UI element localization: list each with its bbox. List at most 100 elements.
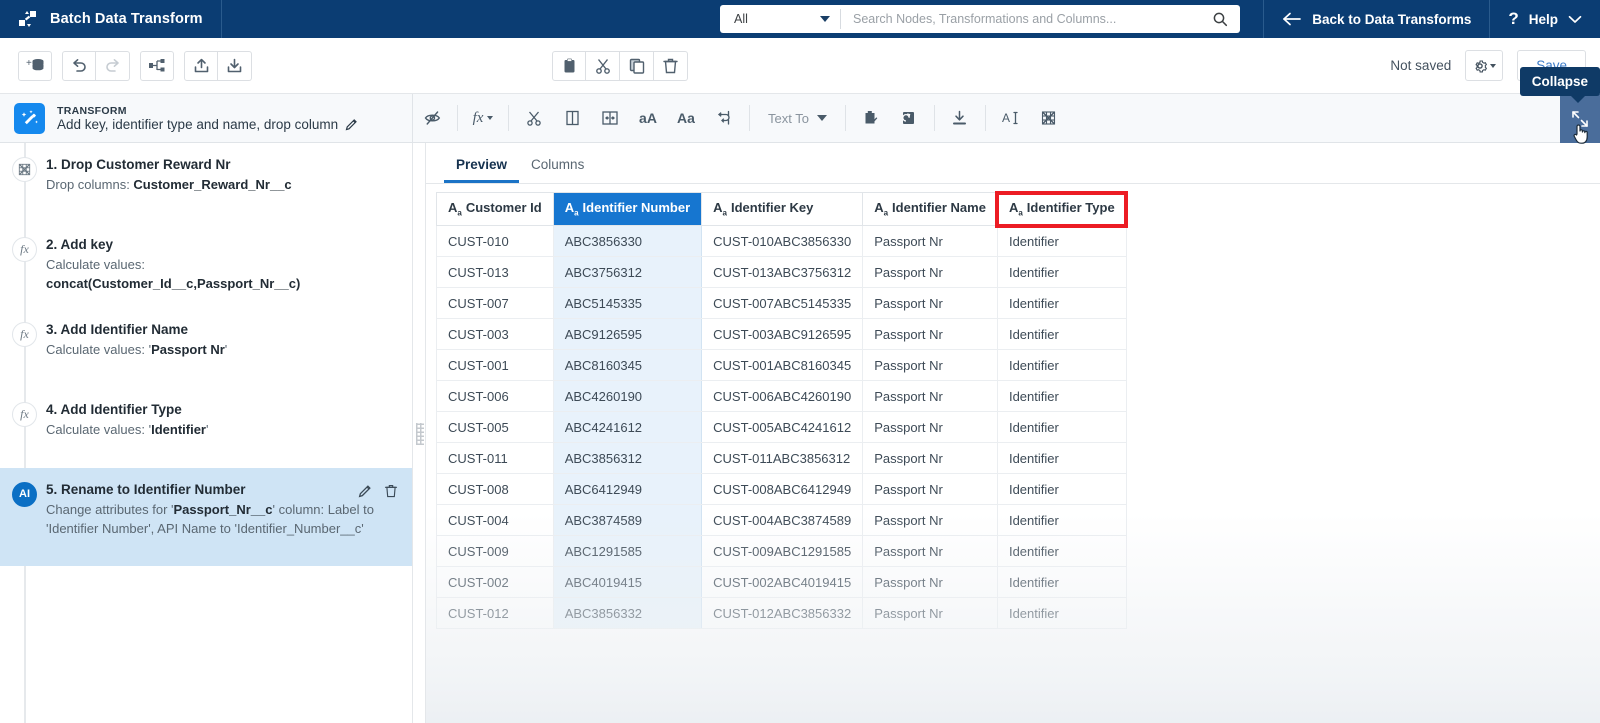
table-row[interactable]: CUST-012 ABC3856332 CUST-012ABC3856332 Pass…	[436, 597, 1127, 629]
table-cell[interactable]: ABC6412949	[552, 473, 703, 505]
table-cell[interactable]: CUST-001	[436, 349, 554, 381]
step-item-3[interactable]: fx 3. Add Identifier Name Calculate valu…	[0, 308, 412, 388]
table-cell[interactable]: CUST-002	[436, 566, 554, 598]
settings-menu-button[interactable]	[1465, 50, 1504, 81]
panel-resize-handle[interactable]	[412, 143, 426, 723]
table-cell[interactable]: ABC3874589	[552, 504, 703, 536]
replace-button[interactable]	[890, 94, 928, 143]
redo-button[interactable]	[96, 50, 130, 81]
search-icon[interactable]	[1212, 11, 1240, 27]
auto-layout-button[interactable]	[140, 50, 174, 81]
table-cell[interactable]: ABC9126595	[552, 318, 703, 350]
table-cell[interactable]: Passport Nr	[862, 566, 998, 598]
table-cell[interactable]: ABC3756312	[552, 256, 703, 288]
table-row[interactable]: CUST-007 ABC5145335 CUST-007ABC5145335 Pass…	[436, 287, 1127, 319]
table-cell[interactable]: Identifier	[996, 349, 1127, 381]
table-cell[interactable]: CUST-010	[436, 225, 554, 257]
table-cell[interactable]: Passport Nr	[862, 349, 998, 381]
tab-columns[interactable]: Columns	[519, 143, 596, 183]
formula-button[interactable]: fx	[464, 94, 502, 143]
trash-can-icon[interactable]	[384, 484, 398, 498]
table-cell[interactable]: ABC4260190	[552, 380, 703, 412]
load-button[interactable]	[941, 94, 979, 143]
step-item-5[interactable]: AI 5. Rename to Identifier Number Change…	[0, 467, 412, 566]
column-header-identifier-type[interactable]: Aa Identifier Type	[995, 190, 1129, 228]
swap-case-button[interactable]	[705, 94, 743, 143]
table-cell[interactable]: ABC3856312	[552, 442, 703, 474]
table-cell[interactable]: CUST-002ABC4019415	[701, 566, 864, 598]
table-cell[interactable]: Passport Nr	[862, 256, 998, 288]
download-button[interactable]	[218, 50, 252, 81]
table-row[interactable]: CUST-006 ABC4260190 CUST-006ABC4260190 Pass…	[436, 380, 1127, 412]
table-cell[interactable]: ABC1291585	[552, 535, 703, 567]
table-cell[interactable]: CUST-013ABC3756312	[701, 256, 864, 288]
step-item-2[interactable]: fx 2. Add key Calculate values: concat(C…	[0, 223, 412, 308]
table-cell[interactable]: CUST-001ABC8160345	[701, 349, 864, 381]
table-row[interactable]: CUST-003 ABC9126595 CUST-003ABC9126595 Pass…	[436, 318, 1127, 350]
column-header-identifier-number[interactable]: Aa Identifier Number	[552, 192, 703, 226]
tab-preview[interactable]: Preview	[444, 143, 519, 183]
pencil-icon[interactable]	[358, 484, 372, 498]
table-cell[interactable]: CUST-012	[436, 597, 554, 629]
app-brand[interactable]: Batch Data Transform	[0, 0, 221, 38]
table-cell[interactable]: Identifier	[996, 256, 1127, 288]
table-cell[interactable]: Passport Nr	[862, 442, 998, 474]
hide-column-button[interactable]	[413, 94, 451, 143]
split-column-button[interactable]	[515, 94, 553, 143]
table-cell[interactable]: Passport Nr	[862, 225, 998, 257]
table-cell[interactable]: CUST-012ABC3856332	[701, 597, 864, 629]
table-cell[interactable]: CUST-008	[436, 473, 554, 505]
table-cell[interactable]: ABC4241612	[552, 411, 703, 443]
table-cell[interactable]: Identifier	[996, 442, 1127, 474]
table-cell[interactable]: CUST-011ABC3856312	[701, 442, 864, 474]
back-to-data-transforms-button[interactable]: Back to Data Transforms	[1264, 0, 1489, 38]
table-cell[interactable]: CUST-006	[436, 380, 554, 412]
table-cell[interactable]: Passport Nr	[862, 287, 998, 319]
table-cell[interactable]: CUST-005ABC4241612	[701, 411, 864, 443]
help-menu-button[interactable]: ? Help	[1490, 0, 1600, 38]
table-cell[interactable]: ABC3856332	[552, 597, 703, 629]
table-cell[interactable]: CUST-004	[436, 504, 554, 536]
table-cell[interactable]: CUST-005	[436, 411, 554, 443]
capitalize-button[interactable]: Aa	[667, 94, 705, 143]
step-item-4[interactable]: fx 4. Add Identifier Type Calculate valu…	[0, 388, 412, 468]
upload-button[interactable]	[184, 50, 218, 81]
table-cell[interactable]: Passport Nr	[862, 504, 998, 536]
undo-button[interactable]	[62, 50, 96, 81]
column-header-identifier-name[interactable]: Aa Identifier Name	[862, 192, 998, 226]
table-cell[interactable]: Passport Nr	[862, 380, 998, 412]
paste-button[interactable]	[552, 50, 586, 81]
table-row[interactable]: CUST-004 ABC3874589 CUST-004ABC3874589 Pass…	[436, 504, 1127, 536]
table-cell[interactable]: CUST-013	[436, 256, 554, 288]
table-row[interactable]: CUST-001 ABC8160345 CUST-001ABC8160345 Pass…	[436, 349, 1127, 381]
table-cell[interactable]: CUST-009	[436, 535, 554, 567]
table-cell[interactable]: CUST-009ABC1291585	[701, 535, 864, 567]
table-cell[interactable]: Identifier	[996, 566, 1127, 598]
merge-cells-button[interactable]	[591, 94, 629, 143]
table-cell[interactable]: CUST-007	[436, 287, 554, 319]
table-cell[interactable]: CUST-006ABC4260190	[701, 380, 864, 412]
text-to-dropdown[interactable]: Text To	[756, 94, 839, 143]
table-cell[interactable]: CUST-008ABC6412949	[701, 473, 864, 505]
split-into-columns-button[interactable]	[553, 94, 591, 143]
table-cell[interactable]: Identifier	[996, 287, 1127, 319]
table-row[interactable]: CUST-009 ABC1291585 CUST-009ABC1291585 Pass…	[436, 535, 1127, 567]
table-cell[interactable]: Identifier	[996, 225, 1127, 257]
table-cell[interactable]: CUST-011	[436, 442, 554, 474]
table-row[interactable]: CUST-005 ABC4241612 CUST-005ABC4241612 Pass…	[436, 411, 1127, 443]
table-cell[interactable]: ABC5145335	[552, 287, 703, 319]
table-cell[interactable]: Identifier	[996, 473, 1127, 505]
table-cell[interactable]: Identifier	[996, 597, 1127, 629]
table-cell[interactable]: Passport Nr	[862, 597, 998, 629]
search-input[interactable]	[841, 6, 1212, 32]
add-data-source-button[interactable]: +	[18, 50, 52, 81]
table-cell[interactable]: ABC8160345	[552, 349, 703, 381]
drop-column-button[interactable]	[1030, 94, 1068, 143]
extract-button[interactable]	[852, 94, 890, 143]
table-cell[interactable]: Passport Nr	[862, 411, 998, 443]
table-row[interactable]: CUST-013 ABC3756312 CUST-013ABC3756312 Pass…	[436, 256, 1127, 288]
table-cell[interactable]: Identifier	[996, 380, 1127, 412]
step-item-1[interactable]: 1. Drop Customer Reward Nr Drop columns:…	[0, 143, 412, 223]
table-cell[interactable]: Passport Nr	[862, 473, 998, 505]
column-header-customer-id[interactable]: Aa Customer Id	[436, 192, 554, 226]
